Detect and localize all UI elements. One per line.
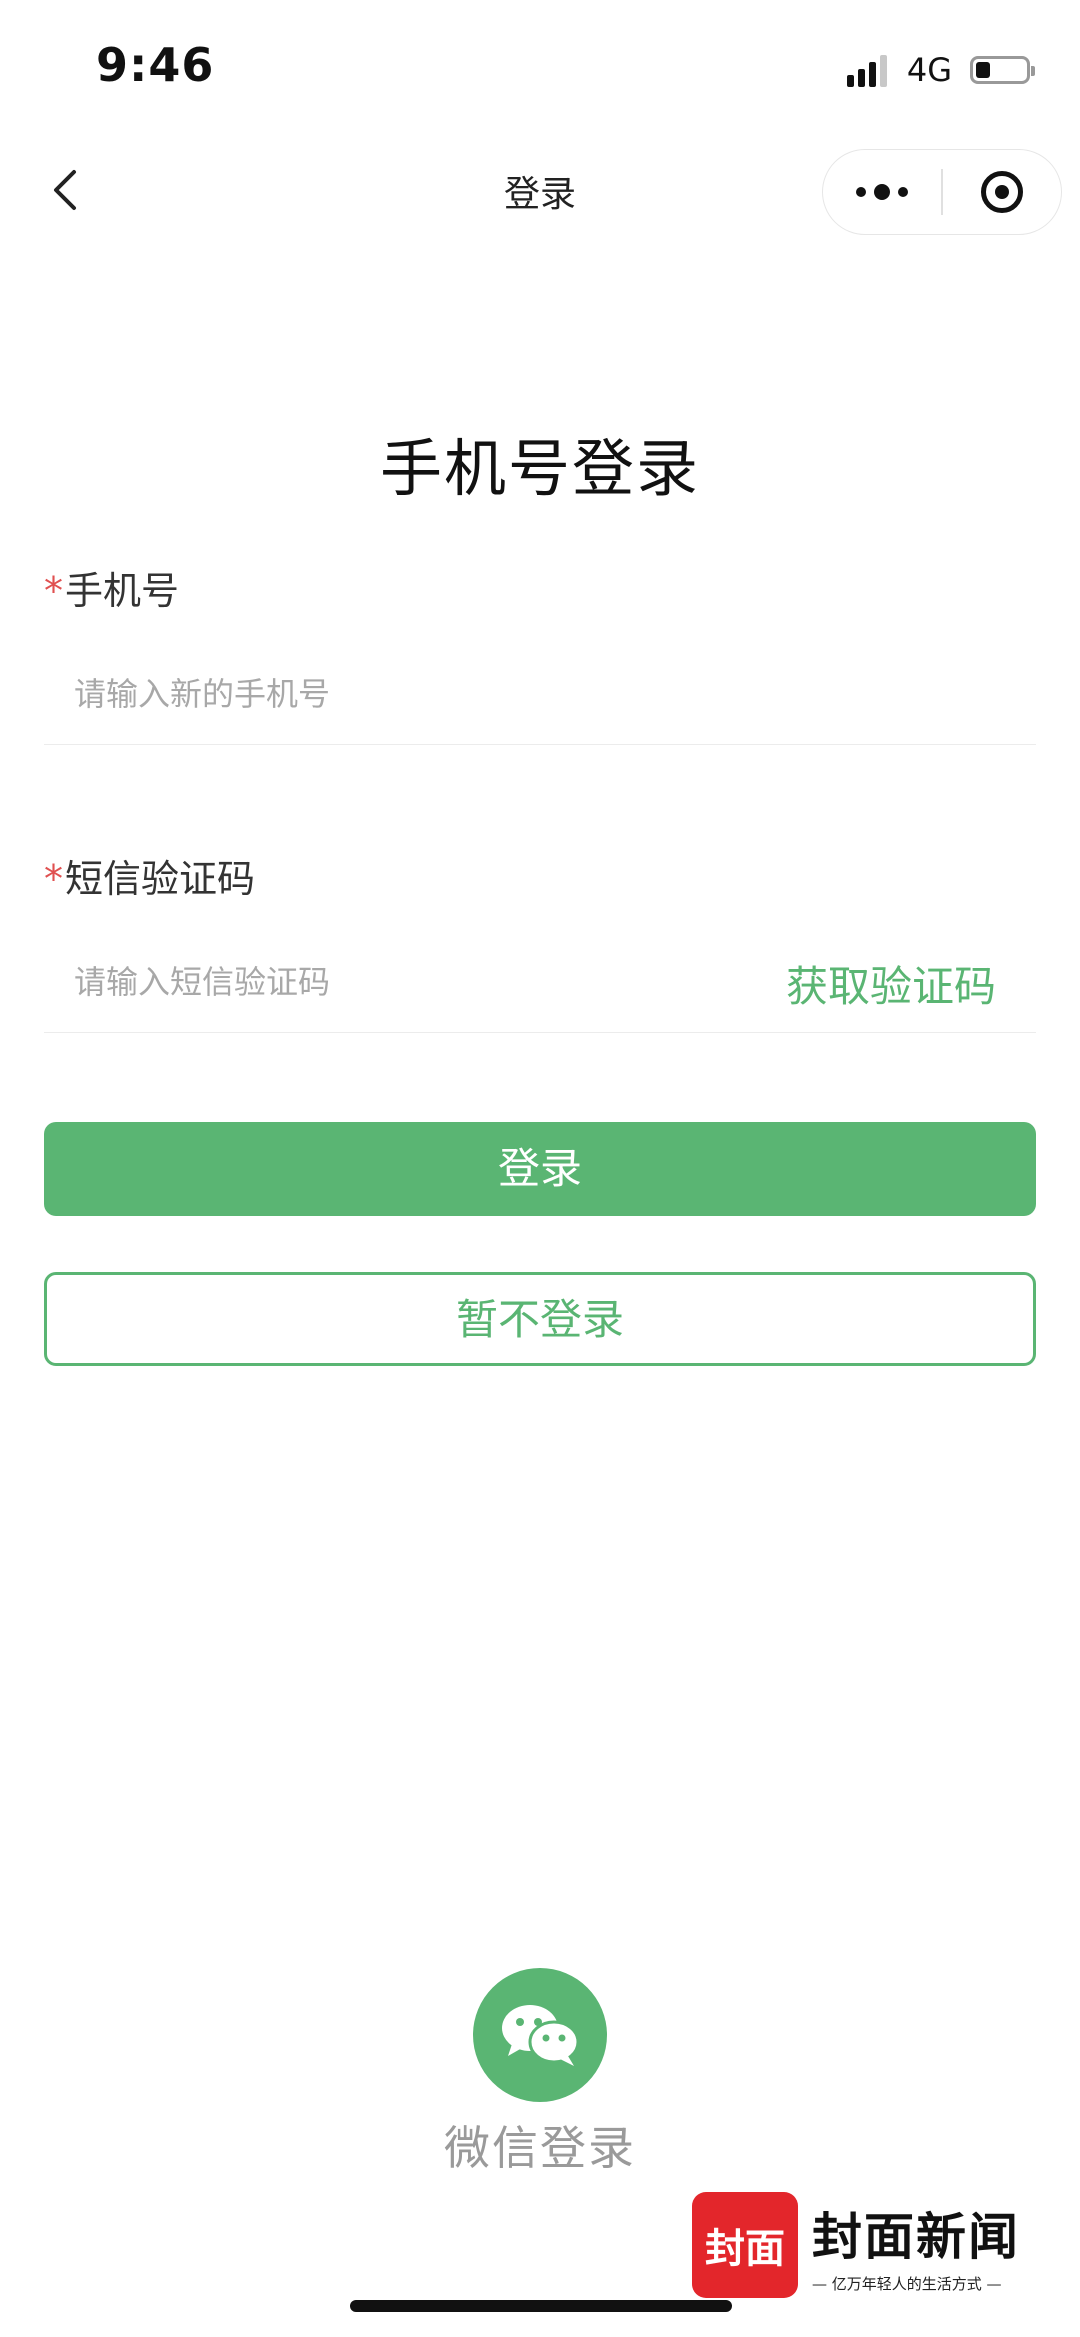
phone-field xyxy=(44,645,1036,745)
code-label-text: 短信验证码 xyxy=(65,857,256,901)
more-button[interactable] xyxy=(823,149,941,235)
network-type: 4G xyxy=(906,51,952,89)
watermark-name: 封面新闻 xyxy=(812,2206,1020,2266)
page-title: 手机号登录 xyxy=(379,432,700,505)
phone-input[interactable] xyxy=(74,645,694,743)
target-icon xyxy=(980,171,1023,213)
code-label: *短信验证码 xyxy=(44,848,255,903)
phone-label: *手机号 xyxy=(44,560,179,615)
phone-label-text: 手机号 xyxy=(65,569,180,613)
status-indicators: 4G xyxy=(846,50,1035,90)
battery-icon xyxy=(970,56,1035,84)
watermark-slogan: — 亿万年轻人的生活方式 — xyxy=(812,2274,1002,2293)
home-indicator xyxy=(350,2300,732,2312)
nav-bar: 登录 xyxy=(0,135,1080,245)
login-button[interactable]: 登录 xyxy=(44,1122,1036,1216)
code-input[interactable] xyxy=(74,933,694,1031)
skip-login-button[interactable]: 暂不登录 xyxy=(44,1272,1036,1366)
required-mark: * xyxy=(44,857,63,901)
required-mark: * xyxy=(44,569,63,613)
close-button[interactable] xyxy=(943,149,1061,235)
watermark: 封面 封面新闻 — 亿万年轻人的生活方式 — xyxy=(692,2190,1032,2300)
wechat-login-button[interactable] xyxy=(473,1968,607,2102)
watermark-text: 封面新闻 — 亿万年轻人的生活方式 — xyxy=(812,2197,1020,2294)
battery-level xyxy=(976,62,990,78)
miniprogram-capsule xyxy=(822,149,1062,235)
wechat-login-label: 微信登录 xyxy=(444,2121,636,2175)
more-dots-icon xyxy=(852,184,912,200)
status-bar: 9:46 4G xyxy=(0,0,1080,135)
wechat-icon xyxy=(502,2005,580,2066)
signal-icon xyxy=(846,53,891,87)
get-code-button[interactable]: 获取验证码 xyxy=(786,953,996,1014)
code-field: 获取验证码 xyxy=(44,933,1036,1033)
watermark-logo: 封面 xyxy=(692,2192,798,2298)
status-time: 9:46 xyxy=(96,38,215,92)
